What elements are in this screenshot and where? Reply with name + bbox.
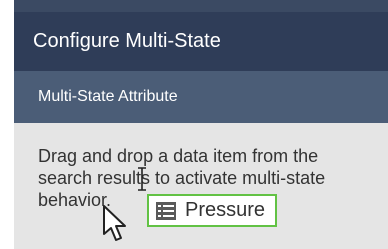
instruction-line-1: Drag and drop a data item from the xyxy=(38,146,319,166)
drag-item-label: Pressure xyxy=(185,199,266,221)
text-cursor-icon xyxy=(138,167,146,191)
panel-top-strip xyxy=(14,0,388,12)
panel-header: Configure Multi-State xyxy=(14,12,388,71)
list-icon xyxy=(155,201,177,221)
section-header: Multi-State Attribute xyxy=(14,71,388,123)
configure-multi-state-panel: Configure Multi-State Multi-State Attrib… xyxy=(14,0,388,249)
section-title: Multi-State Attribute xyxy=(38,88,178,105)
mouse-pointer-icon xyxy=(103,205,126,241)
panel-title: Configure Multi-State xyxy=(33,30,221,52)
drop-zone[interactable]: Drag and drop a data item from the searc… xyxy=(14,123,388,249)
instruction-line-2: search results to activate multi-state xyxy=(38,168,326,188)
instruction-line-3: behavior. xyxy=(38,190,112,210)
pressure-drag-item[interactable]: Pressure xyxy=(147,194,277,227)
